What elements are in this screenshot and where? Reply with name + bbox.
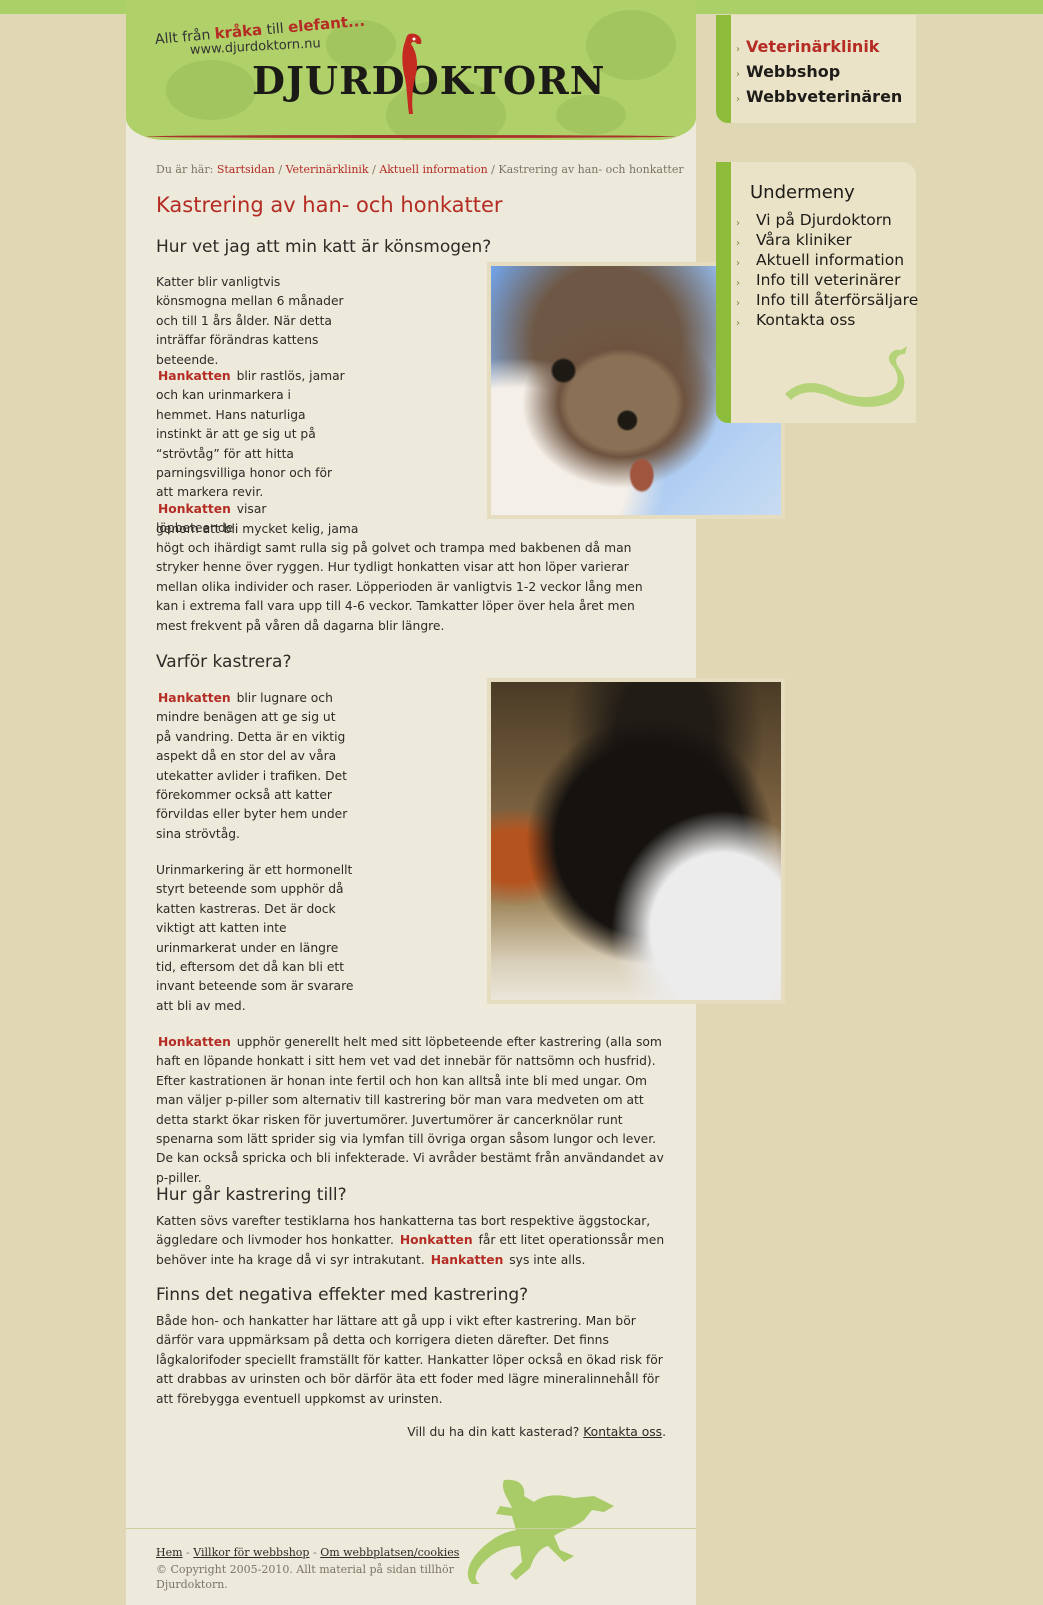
submenu-item-vara-kliniker[interactable]: Våra kliniker	[756, 231, 852, 249]
arrow-icon: ›	[736, 44, 740, 55]
footer-links: Hem - Villkor för webbshop - Om webbplat…	[156, 1546, 460, 1559]
keyword-hankatten: Hankatten	[158, 691, 231, 705]
submenu-item-info-aterforsaljare[interactable]: Info till återförsäljare	[756, 291, 918, 309]
page-title: Kastrering av han- och honkatter	[156, 193, 503, 217]
top-navigation: › Veterinärklinik › Webbshop › Webbveter…	[716, 15, 916, 123]
heading-konsmogen: Hur vet jag att min katt är könsmogen?	[156, 237, 492, 257]
breadcrumb-separator: /	[274, 163, 286, 176]
paragraph: Urinmarkering är ett hormonellt styrt be…	[156, 863, 354, 1013]
submenu-item-vi-pa-djurdoktorn[interactable]: Vi på Djurdoktorn	[756, 211, 892, 229]
arrow-icon: ›	[736, 278, 740, 289]
keyword-honkatten: Honkatten	[158, 502, 231, 516]
keyword-hankatten: Hankatten	[430, 1252, 504, 1267]
keyword-honkatten: Honkatten	[158, 1035, 231, 1049]
keyword-honkatten: Honkatten	[399, 1233, 473, 1248]
arrow-icon: ›	[736, 238, 740, 249]
site-logo[interactable]: DJURDOKTORN	[252, 58, 605, 103]
nav-webbshop[interactable]: Webbshop	[746, 62, 840, 81]
heading-varfor: Varför kastrera?	[156, 652, 292, 672]
arrow-icon: ›	[736, 94, 740, 105]
cat-photo-black-white	[487, 678, 785, 1004]
gecko-icon	[467, 1479, 614, 1584]
breadcrumb-separator: /	[368, 163, 380, 176]
breadcrumb: Du är här: Startsidan / Veterinärklinik …	[156, 163, 684, 176]
footer-link-cookies[interactable]: Om webbplatsen/cookies	[320, 1546, 459, 1559]
heading-negativa-effekter: Finns det negativa effekter med kastreri…	[156, 1285, 529, 1305]
nav-webbveterinaren[interactable]: Webbveterinären	[746, 87, 902, 106]
breadcrumb-current: Kastrering av han- och honkatter	[498, 163, 684, 176]
submenu-box: Undermeny › Vi på Djurdoktorn › Våra kli…	[716, 162, 918, 423]
paragraph: genom att bli mycket kelig, jama	[156, 522, 359, 536]
submenu-title: Undermeny	[750, 182, 855, 203]
keyword-hankatten: Hankatten	[158, 369, 231, 383]
breadcrumb-separator: /	[487, 163, 499, 176]
paragraph: Honkatten upphör generellt helt med sitt…	[156, 1035, 664, 1185]
breadcrumb-prefix: Du är här:	[156, 163, 217, 176]
paragraph: Hankatten blir lugnare och mindre benäge…	[156, 691, 348, 841]
header-divider	[146, 135, 676, 138]
contact-line: Vill du ha din katt kasterad? Kontakta o…	[407, 1425, 666, 1439]
cat-photo-black-white-image	[491, 682, 781, 1000]
copyright: © Copyright 2005-2010. Allt material på …	[156, 1563, 454, 1591]
nav-veterinarklinik[interactable]: Veterinärklinik	[746, 37, 879, 56]
breadcrumb-veterinarklinik[interactable]: Veterinärklinik	[286, 163, 369, 176]
footer-divider	[126, 1528, 696, 1529]
main-column: Allt från kråka till elefant... www.djur…	[126, 0, 785, 1605]
header-pattern	[166, 60, 256, 120]
arrow-icon: ›	[736, 258, 740, 269]
parrot-icon	[402, 33, 422, 114]
submenu-item-aktuell-information[interactable]: Aktuell information	[756, 251, 904, 269]
contact-link[interactable]: Kontakta oss	[583, 1425, 662, 1439]
breadcrumb-startsidan[interactable]: Startsidan	[217, 163, 275, 176]
submenu-item-info-veterinarer[interactable]: Info till veterinärer	[756, 271, 900, 289]
snake-icon	[785, 346, 907, 407]
heading-hur-gar: Hur går kastrering till?	[156, 1185, 347, 1205]
footer-link-hem[interactable]: Hem	[156, 1546, 183, 1559]
paragraph: högt och ihärdigt samt rulla sig på golv…	[156, 541, 643, 633]
breadcrumb-aktuell-information[interactable]: Aktuell information	[379, 163, 487, 176]
paragraph: Katten sövs varefter testiklarna hos han…	[156, 1214, 665, 1267]
arrow-icon: ›	[736, 218, 740, 229]
paragraph: Hankatten blir rastlös, jamar och kan ur…	[156, 369, 345, 500]
paragraph: Både hon- och hankatter har lättare att …	[156, 1314, 663, 1406]
arrow-icon: ›	[736, 318, 740, 329]
footer-link-villkor[interactable]: Villkor för webbshop	[193, 1546, 309, 1559]
submenu-item-kontakta-oss[interactable]: Kontakta oss	[756, 311, 855, 329]
arrow-icon: ›	[736, 69, 740, 80]
arrow-icon: ›	[736, 298, 740, 309]
site-header: Allt från kråka till elefant... www.djur…	[126, 0, 696, 140]
paragraph: Katter blir vanligtvis könsmogna mellan …	[156, 275, 344, 367]
